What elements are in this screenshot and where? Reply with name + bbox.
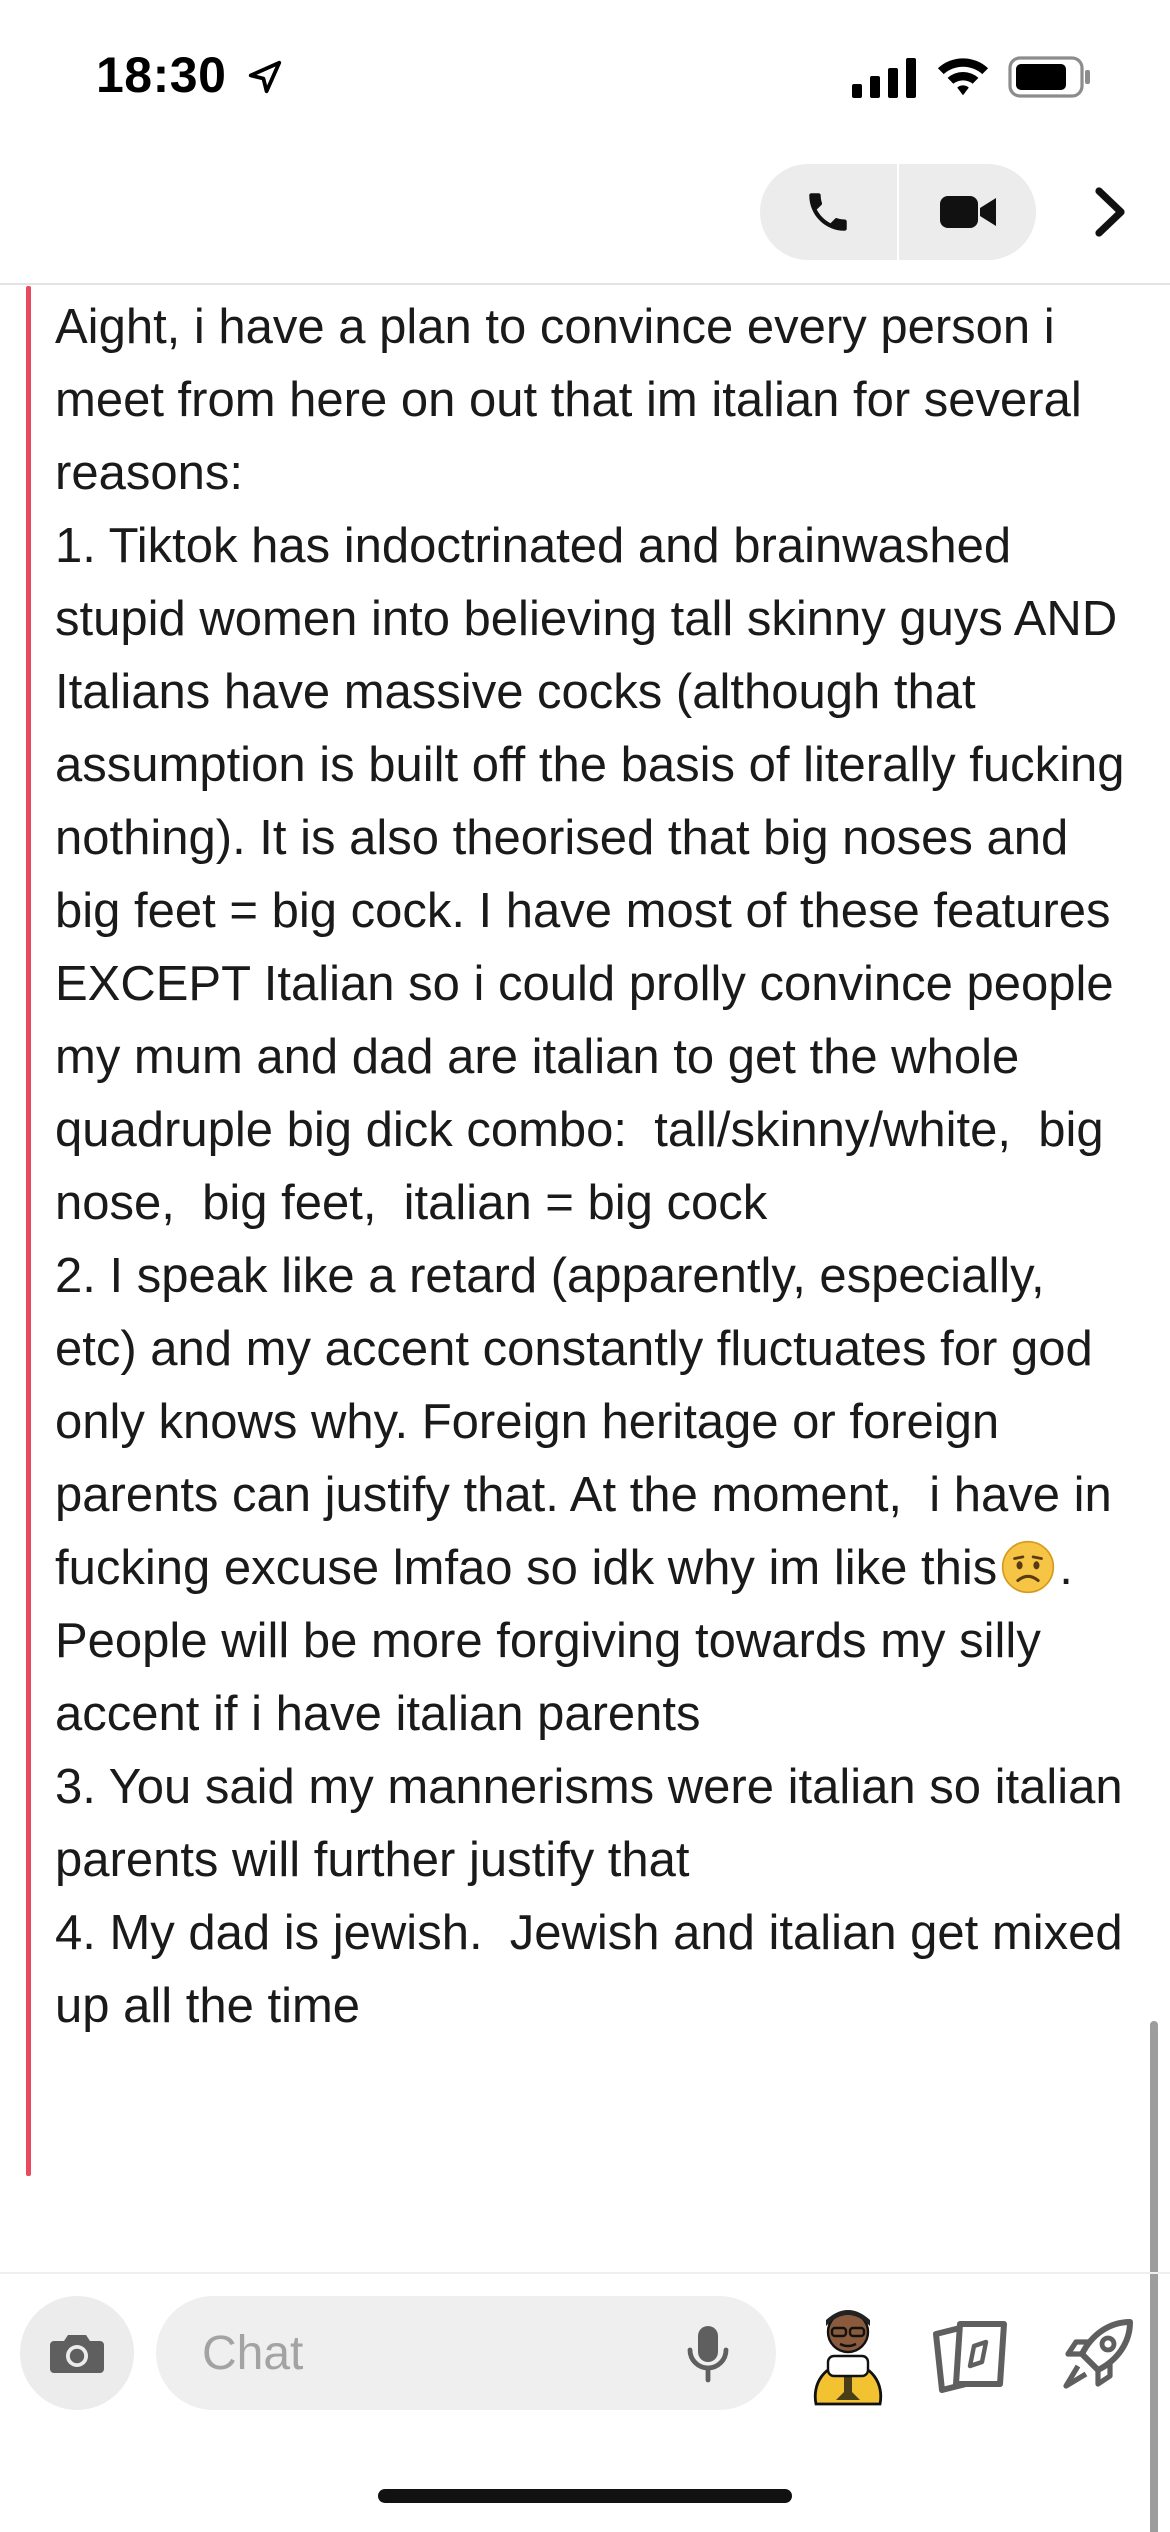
message-accent-bar [26,286,31,2176]
video-call-button[interactable] [899,164,1036,260]
worried-face-icon [1002,1540,1055,1594]
bitmoji-avatar-icon[interactable] [800,2304,896,2408]
cards-icon[interactable] [930,2318,1010,2394]
chat-input[interactable] [156,2296,776,2410]
more-button[interactable] [1080,180,1140,244]
voice-call-button[interactable] [760,164,897,260]
status-time: 18:30 [96,47,227,103]
battery-icon [1008,56,1090,98]
camera-icon [50,2335,104,2373]
home-indicator[interactable] [378,2489,792,2503]
rocket-icon[interactable] [1058,2314,1138,2394]
chat-screen: 18:30 Aight, i have a plan to convince e… [0,0,1170,2532]
message-text[interactable]: Aight, i have a plan to convince every p… [55,291,1135,2043]
chevron-right-icon [1095,187,1125,237]
wifi-icon [937,58,989,96]
video-camera-icon [939,196,996,228]
microphone-icon[interactable] [686,2324,730,2384]
phone-icon [809,193,847,231]
call-button-group [760,164,1036,260]
message-text-part-1: Aight, i have a plan to convince every p… [55,300,1125,1595]
cellular-signal-icon [852,58,916,98]
status-bar: 18:30 [0,0,1170,150]
message-text-part-2: . People will be more forgiving towards … [55,1541,1123,2033]
location-arrow-icon [248,60,282,94]
chat-header [0,150,1170,285]
camera-button[interactable] [20,2296,134,2410]
message-area[interactable]: Aight, i have a plan to convince every p… [0,286,1170,2532]
